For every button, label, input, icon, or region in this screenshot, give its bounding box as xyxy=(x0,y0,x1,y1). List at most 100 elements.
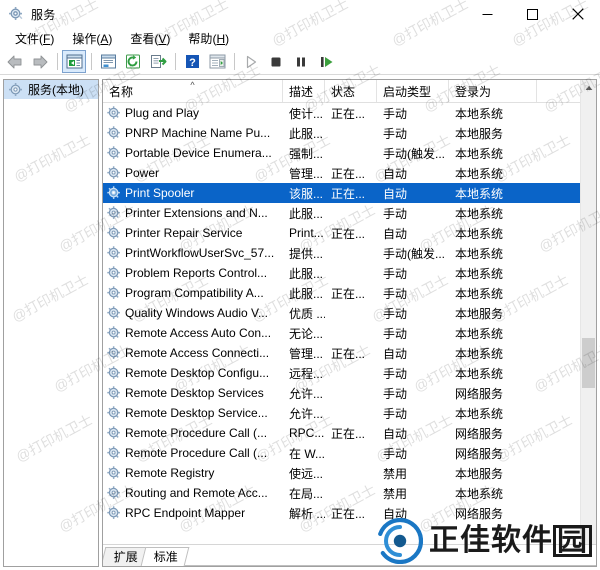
cell-service-name: Quality Windows Audio V... xyxy=(103,305,283,321)
cell-status: 正在... xyxy=(331,166,366,181)
stop-service-button[interactable] xyxy=(264,50,288,73)
service-gear-icon xyxy=(106,425,122,441)
toolbar-separator-2 xyxy=(91,53,92,70)
table-row[interactable]: PNRP Machine Name Pu... 此服... 手动 本地服务 xyxy=(103,123,596,143)
service-gear-icon xyxy=(106,325,122,341)
cell-service-name: Remote Access Auto Con... xyxy=(103,325,283,341)
column-header-description[interactable]: 描述 xyxy=(283,80,325,102)
tab-standard[interactable]: 标准 xyxy=(140,547,190,566)
cell-log-on-as: 本地系统 xyxy=(455,106,504,121)
table-row[interactable]: Remote Access Auto Con... 无论... 手动 本地系统 xyxy=(103,323,596,343)
table-row[interactable]: Remote Procedure Call (... 在 W... 手动 网络服务 xyxy=(103,443,596,463)
column-header-status[interactable]: 状态 xyxy=(325,80,377,102)
cell-description: 允许... xyxy=(289,406,324,421)
cell-status: 正在... xyxy=(331,226,366,241)
export-list-button[interactable] xyxy=(146,50,170,73)
table-row[interactable]: Power 管理... 正在... 自动 本地系统 xyxy=(103,163,596,183)
scroll-up-button[interactable] xyxy=(581,80,596,96)
service-gear-icon xyxy=(106,345,122,361)
cell-log-on-as: 本地系统 xyxy=(455,246,504,261)
service-gear-icon xyxy=(106,465,122,481)
table-row[interactable]: Quality Windows Audio V... 优质 ... 手动 本地服务 xyxy=(103,303,596,323)
cell-service-name: Plug and Play xyxy=(103,105,283,121)
pause-service-button[interactable] xyxy=(289,50,313,73)
service-name-label: Remote Desktop Services xyxy=(125,386,264,400)
table-row[interactable]: Plug and Play 使计... 正在... 手动 本地系统 xyxy=(103,103,596,123)
cell-log-on-as: 本地服务 xyxy=(455,306,504,321)
refresh-button[interactable] xyxy=(121,50,145,73)
restart-service-button[interactable] xyxy=(314,50,338,73)
title-bar: 服务 xyxy=(0,0,600,28)
vertical-scrollbar[interactable] xyxy=(580,80,596,566)
maximize-button[interactable] xyxy=(510,0,555,28)
column-header-log-on-as[interactable]: 登录为 xyxy=(449,80,537,102)
cell-startup-type: 手动(触发... xyxy=(383,246,445,261)
table-row[interactable]: Print Spooler 该服... 正在... 自动 本地系统 xyxy=(103,183,596,203)
view-tabs: 扩展 标准 xyxy=(103,544,596,566)
service-name-label: Problem Reports Control... xyxy=(125,266,268,280)
forward-button[interactable] xyxy=(28,50,52,73)
table-row[interactable]: Program Compatibility A... 此服... 正在... 手动 本地… xyxy=(103,283,596,303)
cell-startup-type: 手动 xyxy=(383,406,408,421)
cell-log-on-as: 本地系统 xyxy=(455,206,504,221)
cell-log-on-as: 本地系统 xyxy=(455,326,504,341)
cell-startup-type: 自动 xyxy=(383,346,408,361)
service-gear-icon xyxy=(106,185,122,201)
service-name-label: Routing and Remote Acc... xyxy=(125,486,268,500)
service-name-label: Program Compatibility A... xyxy=(125,286,264,300)
cell-status: 正在... xyxy=(331,346,366,361)
table-row[interactable]: Remote Procedure Call (... RPC... 正在... 自动 网… xyxy=(103,423,596,443)
cell-log-on-as: 网络服务 xyxy=(455,426,504,441)
sidebar-item-services-local[interactable]: 服务(本地) xyxy=(4,80,98,99)
cell-log-on-as: 本地系统 xyxy=(455,406,504,421)
cell-service-name: PNRP Machine Name Pu... xyxy=(103,125,283,141)
menu-help[interactable]: 帮助(H) xyxy=(179,28,238,50)
menu-view[interactable]: 查看(V) xyxy=(121,28,179,50)
table-row[interactable]: Routing and Remote Acc... 在局... 禁用 本地系统 xyxy=(103,483,596,503)
scrollbar-thumb[interactable] xyxy=(582,338,595,388)
start-service-button[interactable] xyxy=(239,50,263,73)
table-row[interactable]: Portable Device Enumera... 强制... 手动(触发... 本… xyxy=(103,143,596,163)
sort-ascending-icon: ^ xyxy=(190,80,195,90)
table-row[interactable]: Remote Registry 使远... 禁用 本地服务 xyxy=(103,463,596,483)
service-name-label: PrintWorkflowUserSvc_57... xyxy=(125,246,275,260)
table-row[interactable]: Problem Reports Control... 此服... 手动 本地系统 xyxy=(103,263,596,283)
properties-button[interactable] xyxy=(96,50,120,73)
cell-description: 解析 ... xyxy=(289,506,325,521)
service-name-label: Remote Procedure Call (... xyxy=(125,426,268,440)
table-row[interactable]: Remote Access Connecti... 管理... 正在... 自动 本地系… xyxy=(103,343,596,363)
cell-description: 在局... xyxy=(289,486,324,501)
minimize-button[interactable] xyxy=(465,0,510,28)
column-header-name[interactable]: 名称 ^ xyxy=(103,80,283,102)
menu-file[interactable]: 文件(F) xyxy=(6,28,63,50)
table-row[interactable]: Remote Desktop Configu... 远程... 手动 本地系统 xyxy=(103,363,596,383)
back-button[interactable] xyxy=(3,50,27,73)
table-row[interactable]: PrintWorkflowUserSvc_57... 提供... 手动(触发... 本… xyxy=(103,243,596,263)
cell-service-name: Remote Desktop Configu... xyxy=(103,365,283,381)
menu-action-label: 操作 xyxy=(72,31,97,46)
service-gear-icon xyxy=(106,485,122,501)
cell-startup-type: 手动 xyxy=(383,306,408,321)
menu-action[interactable]: 操作(A) xyxy=(63,28,121,50)
table-row[interactable]: Printer Repair Service Print... 正在... 自动 本地系… xyxy=(103,223,596,243)
services-gear-icon xyxy=(8,6,24,22)
table-row[interactable]: Printer Extensions and N... 此服... 手动 本地系统 xyxy=(103,203,596,223)
cell-startup-type: 手动 xyxy=(383,446,408,461)
service-gear-icon xyxy=(106,305,122,321)
service-gear-icon xyxy=(106,405,122,421)
table-row[interactable]: Remote Desktop Services 允许... 手动 网络服务 xyxy=(103,383,596,403)
cell-log-on-as: 本地系统 xyxy=(455,266,504,281)
table-row[interactable]: RPC Endpoint Mapper 解析 ... 正在... 自动 网络服务 xyxy=(103,503,596,523)
close-button[interactable] xyxy=(555,0,600,28)
show-hide-action-pane-button[interactable] xyxy=(205,50,229,73)
cell-startup-type: 手动 xyxy=(383,126,408,141)
services-list-body[interactable]: Plug and Play 使计... 正在... 手动 本地系统 PNRP Machin… xyxy=(103,103,596,544)
help-button[interactable]: ? xyxy=(180,50,204,73)
cell-log-on-as: 本地服务 xyxy=(455,466,504,481)
cell-description: Print... xyxy=(289,226,324,240)
column-header-startup-type[interactable]: 启动类型 xyxy=(377,80,449,102)
table-row[interactable]: Remote Desktop Service... 允许... 手动 本地系统 xyxy=(103,403,596,423)
cell-startup-type: 手动 xyxy=(383,266,408,281)
service-gear-icon xyxy=(106,165,122,181)
show-hide-tree-button[interactable] xyxy=(62,50,86,73)
